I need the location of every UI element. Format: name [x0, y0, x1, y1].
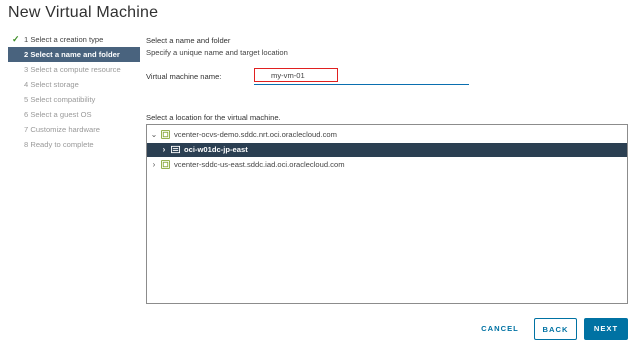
location-label: Select a location for the virtual machin… [146, 113, 281, 122]
next-button[interactable]: NEXT [584, 318, 628, 340]
step-label: 7 Customize hardware [24, 125, 100, 134]
datacenter-icon [171, 145, 180, 154]
step-label: 5 Select compatibility [24, 95, 96, 104]
checkmark-icon: ✓ [12, 34, 20, 44]
tree-item-vcenter-ocvs-demo[interactable]: ⌄ vcenter-ocvs-demo.sddc.nrt.oci.oraclec… [147, 128, 627, 142]
step-label: 3 Select a compute resource [24, 65, 121, 74]
vm-name-label: Virtual machine name: [146, 72, 222, 81]
vm-name-input[interactable] [254, 68, 338, 82]
step-label: 4 Select storage [24, 80, 79, 89]
step-compatibility: 5 Select compatibility [8, 92, 140, 107]
step-label: 8 Ready to complete [24, 140, 94, 149]
tree-item-vcenter-sddc-us-east[interactable]: › vcenter-sddc-us-east.sddc.iad.oci.orac… [147, 158, 627, 172]
step-ready-to-complete: 8 Ready to complete [8, 137, 140, 152]
cancel-button[interactable]: CANCEL [474, 318, 526, 340]
step-label: 6 Select a guest OS [24, 110, 92, 119]
back-button[interactable]: BACK [534, 318, 577, 340]
step-name-and-folder[interactable]: 2 Select a name and folder [8, 47, 140, 62]
step-customize-hardware: 7 Customize hardware [8, 122, 140, 137]
tree-item-label: vcenter-sddc-us-east.sddc.iad.oci.oracle… [174, 160, 345, 169]
chevron-right-icon[interactable]: › [149, 158, 159, 172]
step-label: 1 Select a creation type [24, 35, 104, 44]
vm-name-field [254, 68, 469, 85]
step-compute-resource: 3 Select a compute resource [8, 62, 140, 77]
step-guest-os: 6 Select a guest OS [8, 107, 140, 122]
wizard-steps: ✓ 1 Select a creation type 2 Select a na… [8, 32, 140, 152]
tree-item-oci-w01dc-jp-east[interactable]: › oci-w01dc-jp-east [147, 143, 627, 157]
step-creation-type[interactable]: ✓ 1 Select a creation type [8, 32, 140, 47]
chevron-down-icon[interactable]: ⌄ [149, 128, 159, 142]
tree-item-label: oci-w01dc-jp-east [184, 145, 248, 154]
vcenter-icon [161, 130, 170, 139]
step-storage: 4 Select storage [8, 77, 140, 92]
location-tree: ⌄ vcenter-ocvs-demo.sddc.nrt.oci.oraclec… [146, 124, 628, 304]
vcenter-icon [161, 160, 170, 169]
step-content-header: Select a name and folder Specify a uniqu… [146, 36, 631, 57]
section-subtitle: Specify a unique name and target locatio… [146, 48, 288, 57]
section-title: Select a name and folder [146, 36, 231, 45]
dialog-title: New Virtual Machine [8, 4, 159, 21]
chevron-right-icon[interactable]: › [159, 143, 169, 157]
tree-item-label: vcenter-ocvs-demo.sddc.nrt.oci.oracleclo… [174, 130, 337, 139]
step-label: 2 Select a name and folder [24, 50, 120, 59]
